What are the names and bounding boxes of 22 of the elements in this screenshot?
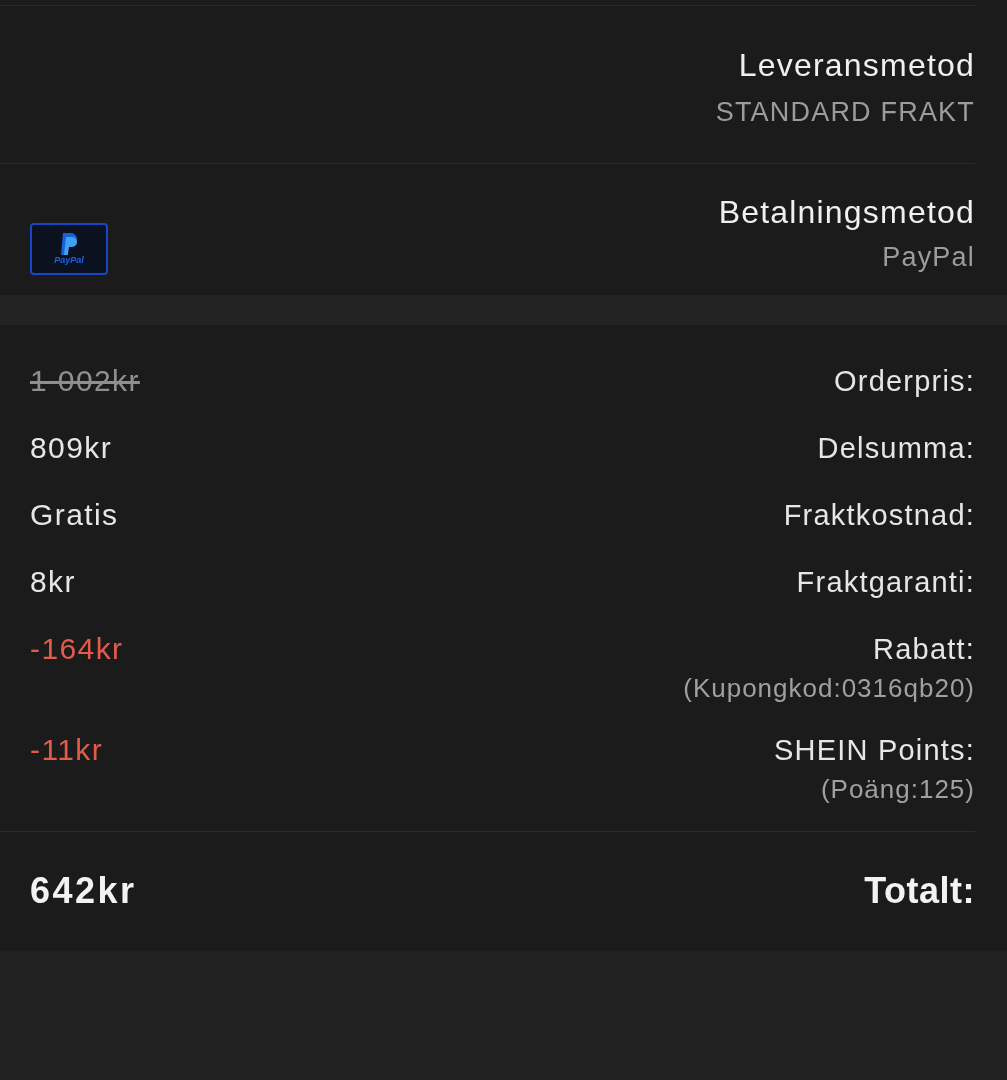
- summary-label: SHEIN Points:: [774, 733, 975, 768]
- summary-value: -11kr: [30, 732, 104, 768]
- delivery-method-text: STANDARD FRAKT: [715, 96, 975, 128]
- summary-label: Fraktkostnad:: [783, 498, 975, 533]
- total-value: 642kr: [30, 869, 137, 913]
- summary-label: Rabatt:: [873, 632, 975, 667]
- summary-label: Delsumma:: [817, 431, 975, 466]
- summary-label: Orderpris:: [834, 364, 975, 399]
- summary-label: Fraktgaranti:: [796, 565, 975, 600]
- section-title: Leveransmetod: [738, 46, 975, 85]
- summary-value: 8kr: [30, 564, 76, 600]
- logo-wordmark: PayPal: [54, 255, 84, 265]
- total-label: Totalt:: [864, 869, 975, 913]
- summary-note: (Kupongkod:0316qb20): [683, 673, 975, 703]
- payment-method-text: PayPal: [882, 241, 975, 273]
- summary-value: 809kr: [30, 430, 113, 466]
- p-mark-icon: [60, 233, 78, 255]
- summary-value: -164kr: [30, 631, 124, 667]
- summary-value: Gratis: [30, 497, 119, 533]
- summary-note: (Poäng:125): [820, 774, 975, 804]
- summary-value: 1 002kr: [30, 363, 140, 399]
- section-title: Betalningsmetod: [718, 193, 975, 232]
